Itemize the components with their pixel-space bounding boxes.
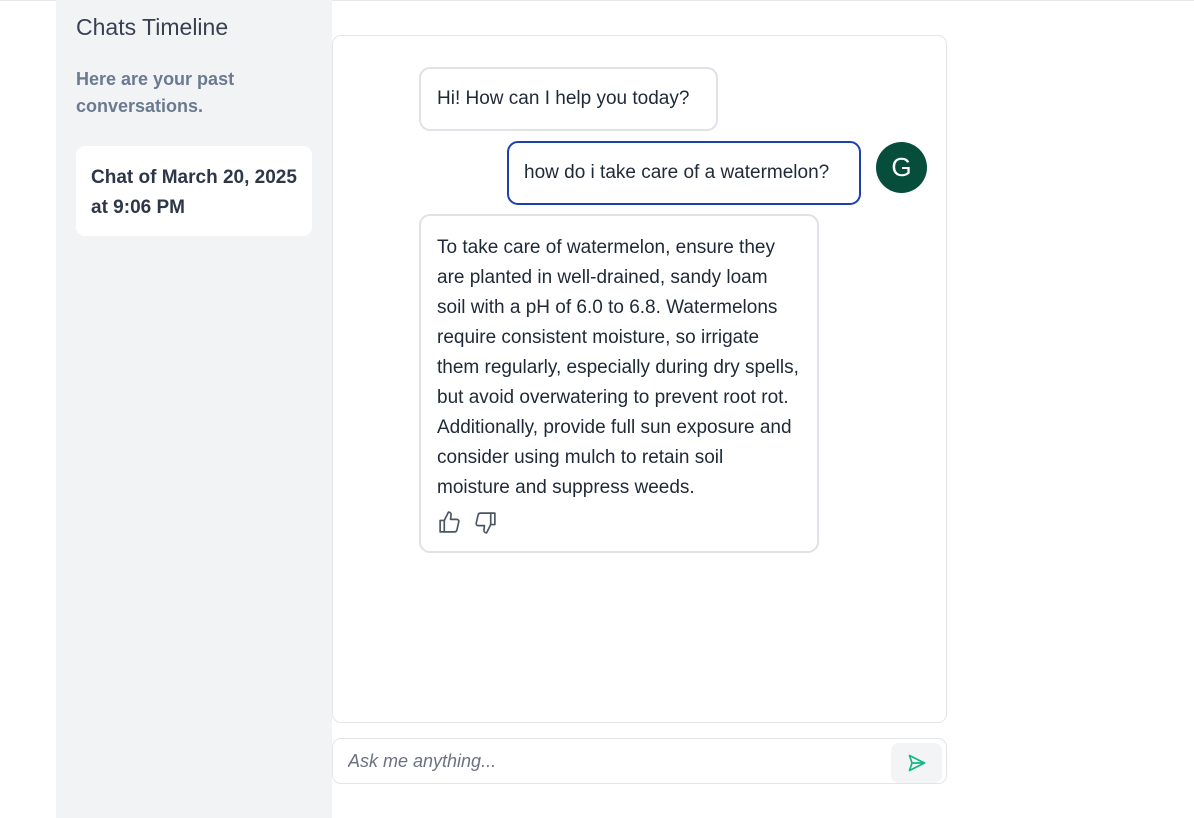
send-icon [908, 754, 925, 772]
chat-history-item[interactable]: Chat of March 20, 2025 at 9:06 PM [76, 146, 312, 236]
user-message: how do i take care of a watermelon? [507, 141, 861, 205]
assistant-message: To take care of watermelon, ensure they … [419, 214, 819, 553]
sidebar-title: Chats Timeline [76, 14, 229, 40]
send-button[interactable] [891, 743, 942, 783]
user-avatar: G [876, 142, 927, 193]
thumbs-down-icon[interactable] [473, 510, 498, 535]
sidebar-subtitle: Here are your past conversations. [76, 69, 235, 116]
feedback-controls [437, 510, 498, 538]
chat-panel: Hi! How can I help you today? how do i t… [332, 35, 947, 723]
thumbs-up-icon[interactable] [437, 510, 462, 535]
message-input[interactable] [348, 739, 888, 783]
message-composer [332, 738, 947, 784]
sidebar: Chats Timeline Here are your past conver… [56, 0, 332, 818]
assistant-message: Hi! How can I help you today? [419, 67, 718, 131]
assistant-message-text: To take care of watermelon, ensure they … [437, 237, 799, 498]
